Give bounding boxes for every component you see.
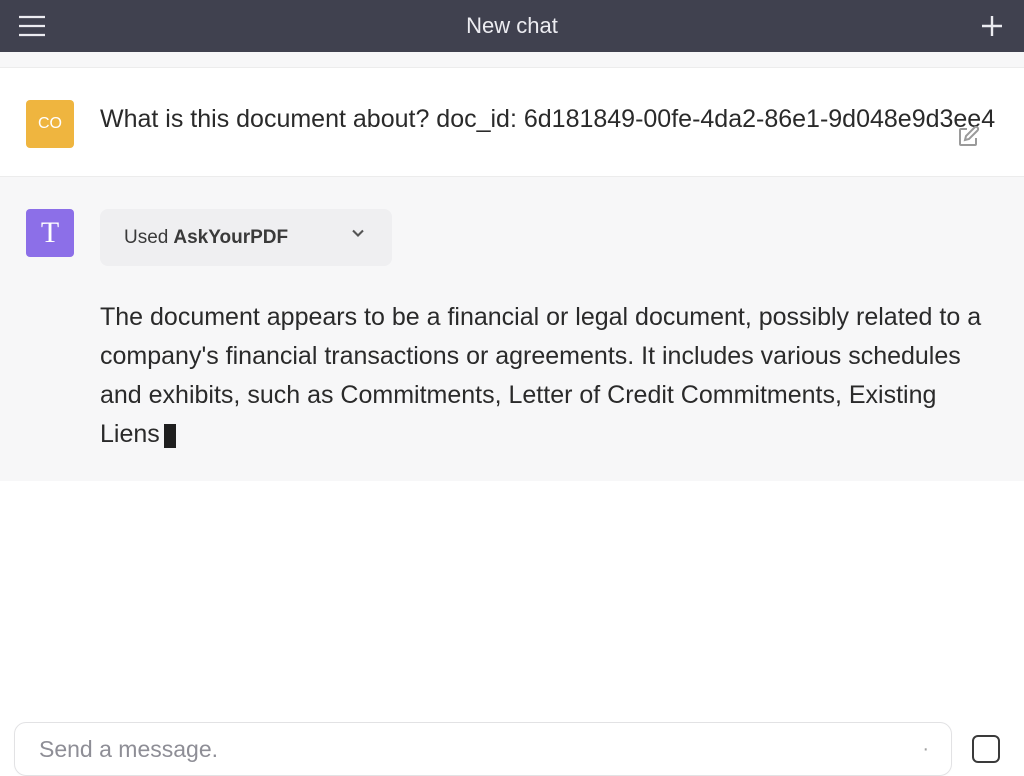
- edit-icon[interactable]: [956, 125, 980, 154]
- stop-generating-button[interactable]: [972, 735, 1000, 763]
- header-spacer: [0, 52, 1024, 68]
- typing-cursor: [164, 424, 176, 448]
- new-chat-icon[interactable]: [978, 12, 1006, 40]
- message-input[interactable]: [37, 735, 912, 764]
- chevron-down-icon: [348, 223, 368, 252]
- assistant-avatar: T: [26, 209, 74, 257]
- assistant-message-text: The document appears to be a financial o…: [100, 298, 998, 453]
- assistant-message: T Used AskYourPDF The document appears t…: [0, 176, 1024, 481]
- user-avatar: CO: [26, 100, 74, 148]
- header-bar: New chat: [0, 0, 1024, 52]
- assistant-response-text: The document appears to be a financial o…: [100, 303, 981, 447]
- plugin-used-name: AskYourPDF: [173, 223, 288, 252]
- user-message: CO What is this document about? doc_id: …: [0, 68, 1024, 176]
- conversation: CO What is this document about? doc_id: …: [0, 68, 1024, 481]
- page-title: New chat: [46, 13, 978, 39]
- input-indicator-dot: ·: [922, 738, 929, 761]
- plugin-used-prefix: Used: [124, 223, 168, 252]
- composer-area: ·: [0, 722, 1024, 776]
- plugin-used-chip[interactable]: Used AskYourPDF: [100, 209, 392, 266]
- user-message-text: What is this document about? doc_id: 6d1…: [100, 100, 998, 148]
- menu-icon[interactable]: [18, 12, 46, 40]
- message-input-container[interactable]: ·: [14, 722, 952, 776]
